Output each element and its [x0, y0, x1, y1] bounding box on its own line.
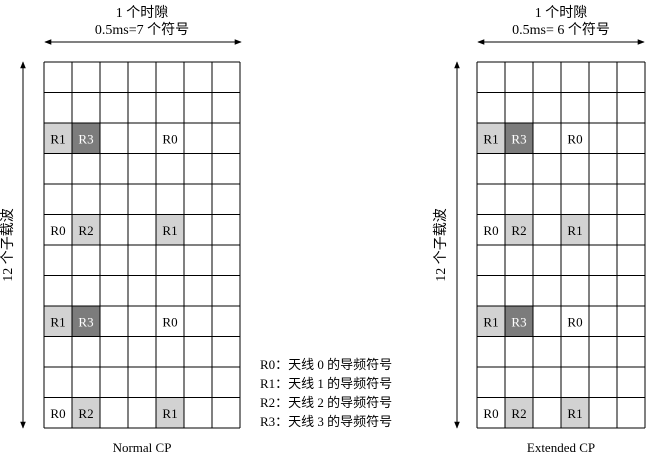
extended-pilot-label: R0 — [567, 131, 582, 146]
extended-pilot-label: R1 — [567, 223, 582, 238]
extended-pilot-label: R0 — [483, 223, 498, 238]
normal-cp-panel: 1 个时隙 0.5ms=7 个符号 12 个子载波 R1 R3 R0R0 R2 R1R1… — [0, 5, 242, 455]
extended-symbols-label: 0.5ms= 6 个符号 — [512, 22, 610, 38]
extended-pilot-label: R2 — [511, 406, 526, 421]
normal-slot-label: 1 个时隙 — [116, 5, 169, 21]
extended-pilot-label: R1 — [483, 131, 498, 146]
extended-cp-panel: 1 个时隙 0.5ms= 6 个符号 12 个子载波 R1 R3 R0R0 R2 R1R… — [433, 5, 646, 455]
extended-pilot-label: R3 — [511, 131, 526, 146]
legend-item-r3: R3：天线 3 的导频符号 — [260, 414, 392, 429]
legend-item-r2: R2：天线 2 的导频符号 — [260, 395, 392, 410]
legend-item-r1: R1：天线 1 的导频符号 — [260, 376, 392, 391]
extended-pilot-label: R1 — [567, 406, 582, 421]
extended-pilot-label: R1 — [483, 314, 498, 329]
extended-pilot-label: R0 — [483, 406, 498, 421]
normal-pilot-label: R1 — [162, 406, 177, 421]
normal-symbols-label: 0.5ms=7 个符号 — [95, 22, 189, 38]
extended-slot-label: 1 个时隙 — [535, 5, 588, 21]
normal-pilot-label: R1 — [162, 223, 177, 238]
legend-item-r0: R0：天线 0 的导频符号 — [260, 357, 392, 372]
normal-cp-resource-grid: R1 R3 R0 R0 R2 R1 R1 R3 R0 R0 R2 R1 — [43, 61, 241, 429]
normal-pilot-label: R3 — [78, 131, 93, 146]
normal-cp-caption: Normal CP — [113, 440, 172, 455]
extended-pilot-label: R0 — [567, 314, 582, 329]
normal-pilot-label: R0 — [50, 406, 65, 421]
extended-cp-caption: Extended CP — [527, 440, 595, 455]
normal-pilot-label: R0 — [50, 223, 65, 238]
pilot-pattern-diagram: 1 个时隙 0.5ms=7 个符号 12 个子载波 R1 R3 R0R0 R2 R1R1… — [0, 5, 646, 455]
extended-pilot-label: R2 — [511, 223, 526, 238]
extended-cp-resource-grid: R1 R3 R0 R0 R2 R1 R1 R3 R0 R0 R2 R1 — [476, 61, 646, 429]
extended-pilot-label: R3 — [511, 314, 526, 329]
normal-pilot-label: R0 — [162, 131, 177, 146]
normal-subcarrier-label: 12 个子载波 — [0, 208, 16, 282]
normal-pilot-label: R1 — [50, 314, 65, 329]
legend: R0：天线 0 的导频符号 R1：天线 1 的导频符号 R2：天线 2 的导频符… — [260, 357, 392, 429]
normal-pilot-label: R2 — [78, 406, 93, 421]
normal-pilot-label: R3 — [78, 314, 93, 329]
normal-pilot-label: R1 — [50, 131, 65, 146]
normal-pilot-label: R0 — [162, 314, 177, 329]
normal-pilot-label: R2 — [78, 223, 93, 238]
extended-subcarrier-label: 12 个子载波 — [433, 208, 449, 282]
